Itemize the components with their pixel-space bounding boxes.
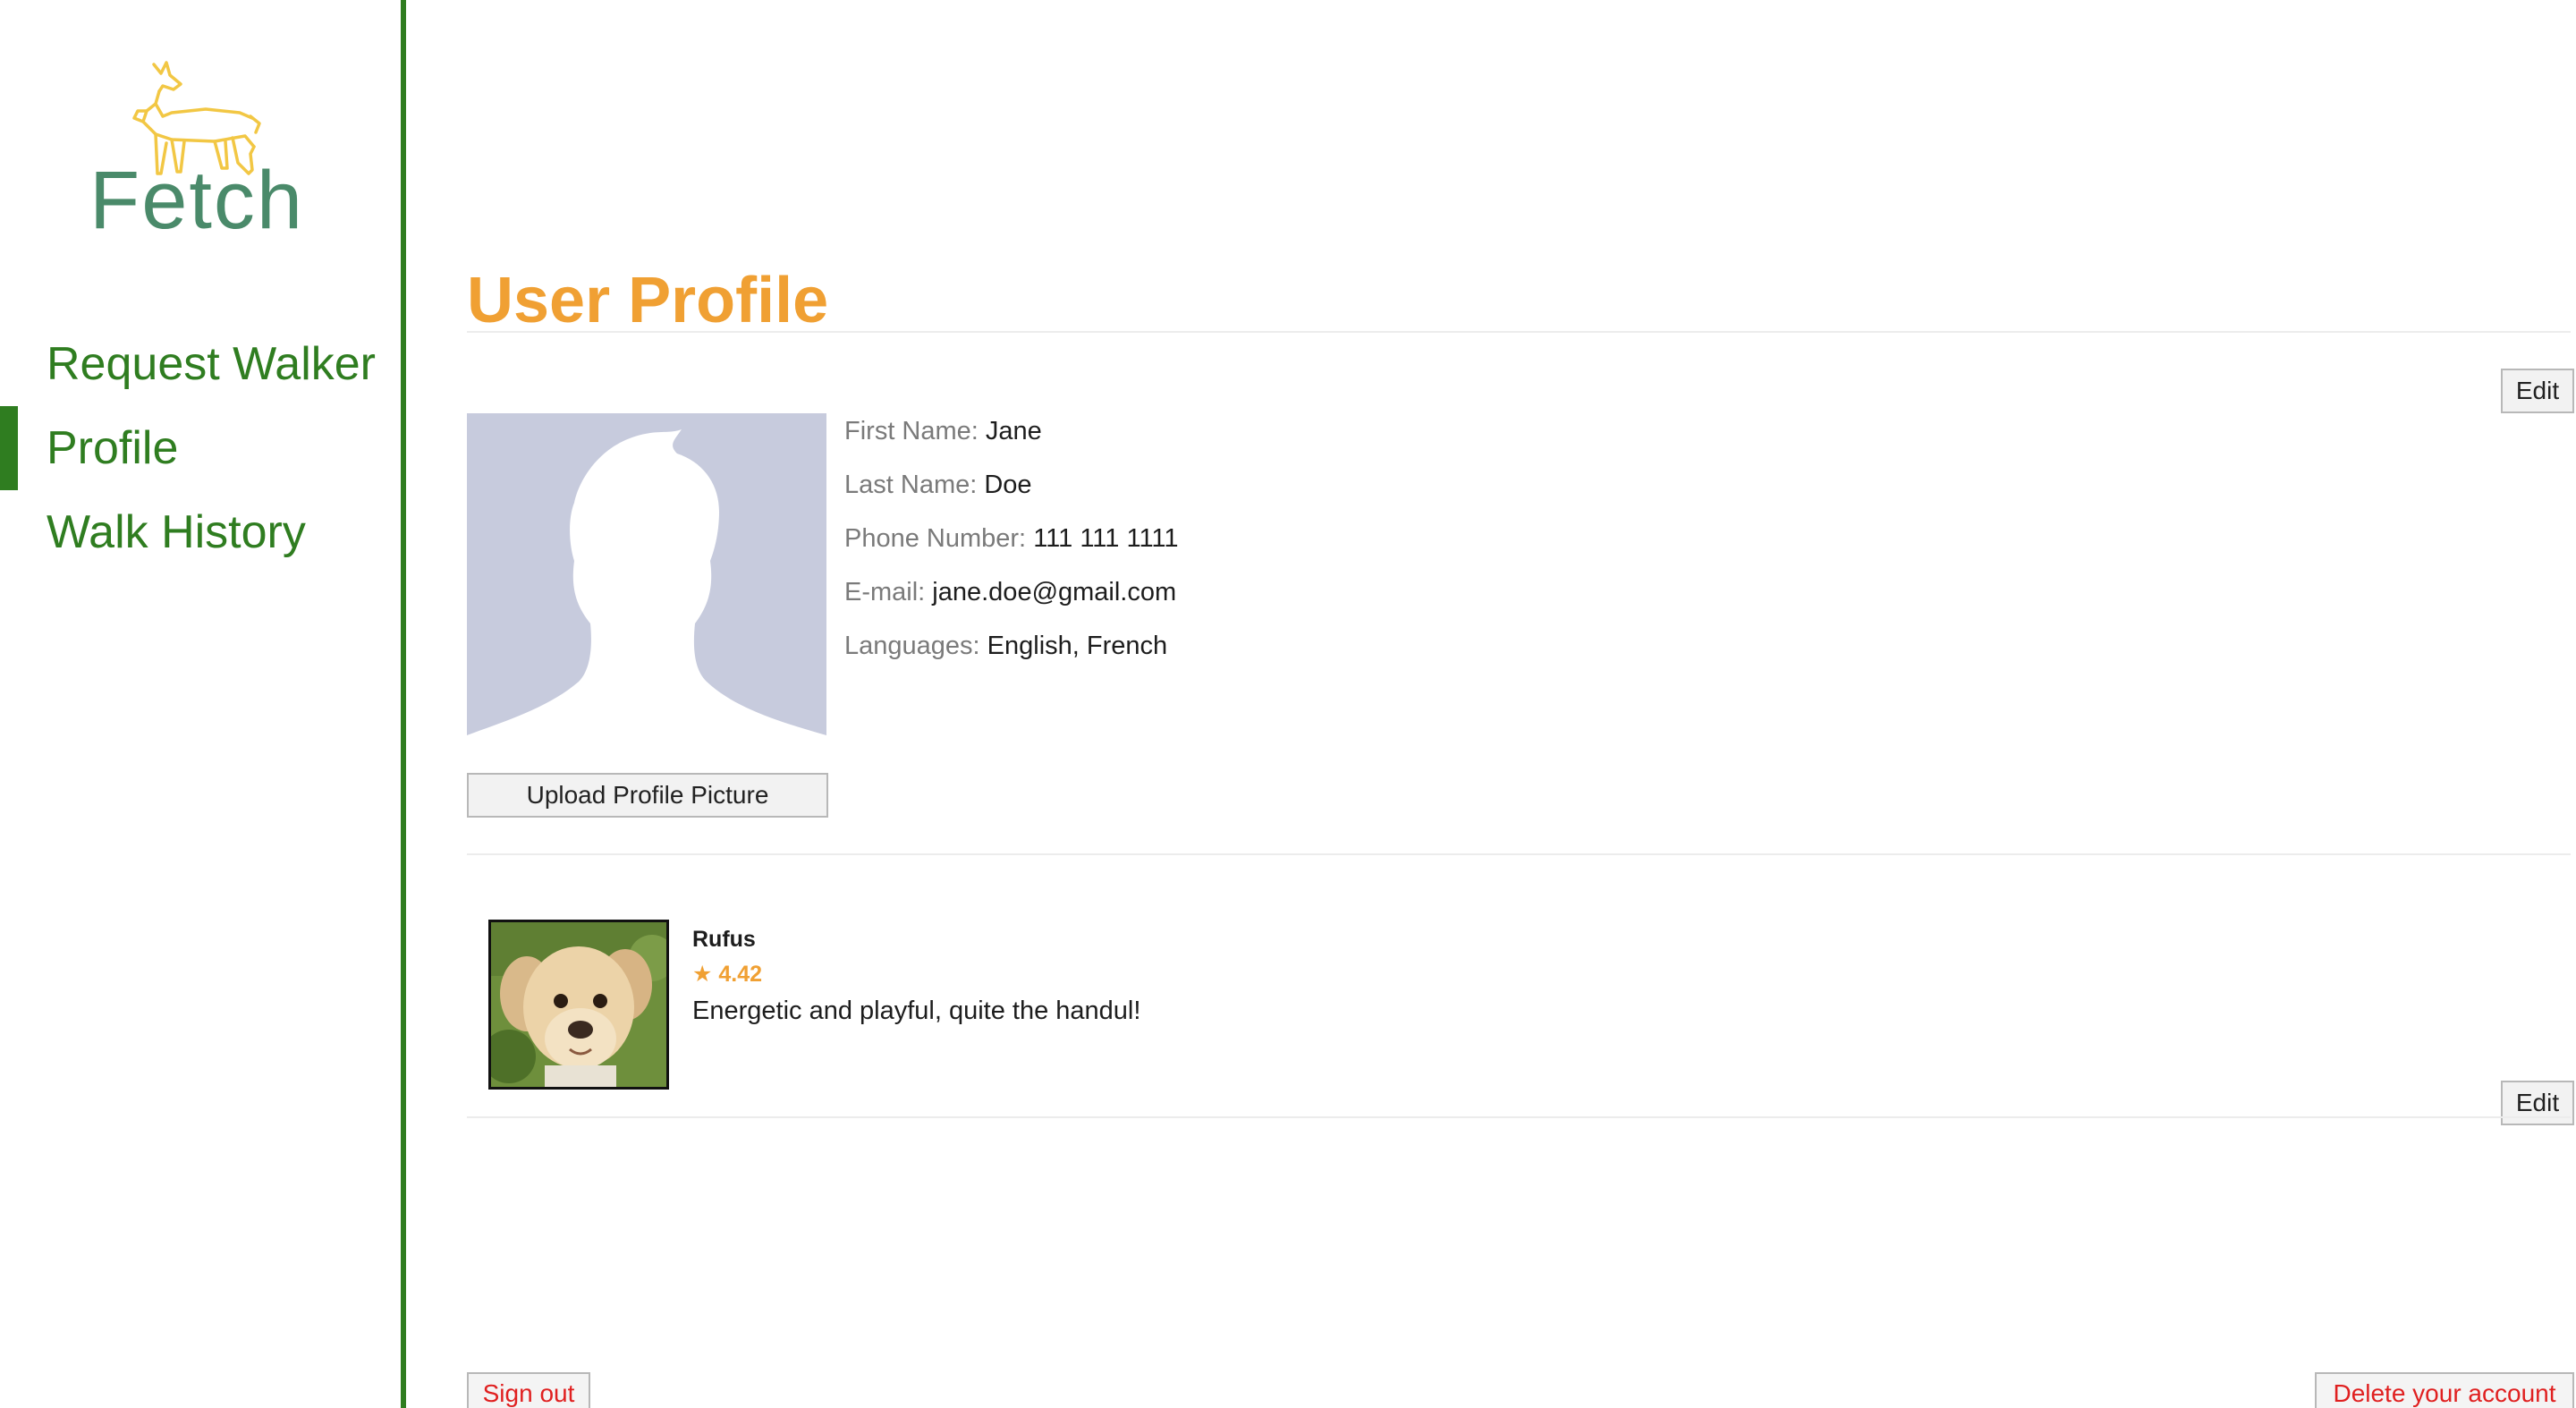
field-languages: Languages: English, French	[844, 626, 1179, 680]
app-root: Fetch Request Walker Profile Walk Histor…	[0, 0, 2576, 1408]
profile-divider	[467, 853, 2571, 855]
field-last-name: Last Name: Doe	[844, 465, 1179, 519]
field-value: Jane	[985, 417, 1042, 445]
dog-divider	[467, 1116, 2571, 1118]
dog-rating-value: 4.42	[718, 962, 763, 987]
nav-item-profile[interactable]: Profile	[0, 406, 401, 490]
dog-photo	[488, 920, 669, 1090]
fetch-logo[interactable]: Fetch	[89, 59, 322, 247]
sidebar-nav: Request Walker Profile Walk History	[0, 322, 401, 574]
profile-picture	[467, 413, 826, 751]
field-value: 111 111 1111	[1033, 524, 1179, 553]
dog-name: Rufus	[692, 927, 756, 952]
edit-profile-button[interactable]: Edit	[2501, 369, 2574, 413]
sidebar: Fetch Request Walker Profile Walk Histor…	[0, 0, 406, 1408]
person-silhouette-icon	[467, 429, 826, 751]
app-name: Fetch	[89, 155, 305, 246]
nav-item-request-walker[interactable]: Request Walker	[0, 322, 401, 406]
field-value: Doe	[984, 471, 1032, 499]
nav-item-walk-history[interactable]: Walk History	[0, 490, 401, 574]
field-label: Last Name:	[844, 471, 978, 499]
main-content: User Profile Edit Upload Profile Picture…	[467, 0, 2574, 1408]
field-value: jane.doe@gmail.com	[932, 578, 1177, 606]
field-email: E-mail: jane.doe@gmail.com	[844, 573, 1179, 626]
star-icon: ★	[692, 962, 713, 987]
delete-account-button[interactable]: Delete your account	[2315, 1372, 2574, 1408]
edit-dog-button[interactable]: Edit	[2501, 1081, 2574, 1125]
title-divider	[467, 331, 2571, 333]
profile-fields: First Name: Jane Last Name: Doe Phone Nu…	[844, 411, 1179, 680]
field-label: Phone Number:	[844, 524, 1027, 553]
field-first-name: First Name: Jane	[844, 411, 1179, 465]
field-phone-number: Phone Number: 111 111 1111	[844, 519, 1179, 573]
field-label: Languages:	[844, 632, 980, 660]
upload-profile-picture-button[interactable]: Upload Profile Picture	[467, 773, 828, 818]
dog-rating: ★ 4.42	[692, 957, 1140, 991]
field-value: English, French	[987, 632, 1168, 660]
dog-face-image	[491, 922, 666, 1087]
page-title: User Profile	[467, 265, 829, 337]
sign-out-button[interactable]: Sign out	[467, 1372, 590, 1408]
dog-description: Energetic and playful, quite the handul!	[692, 997, 1141, 1025]
dog-info: Rufus ★ 4.42 Energetic and playful, quit…	[692, 921, 1140, 1031]
field-label: First Name:	[844, 417, 979, 445]
field-label: E-mail:	[844, 578, 926, 606]
